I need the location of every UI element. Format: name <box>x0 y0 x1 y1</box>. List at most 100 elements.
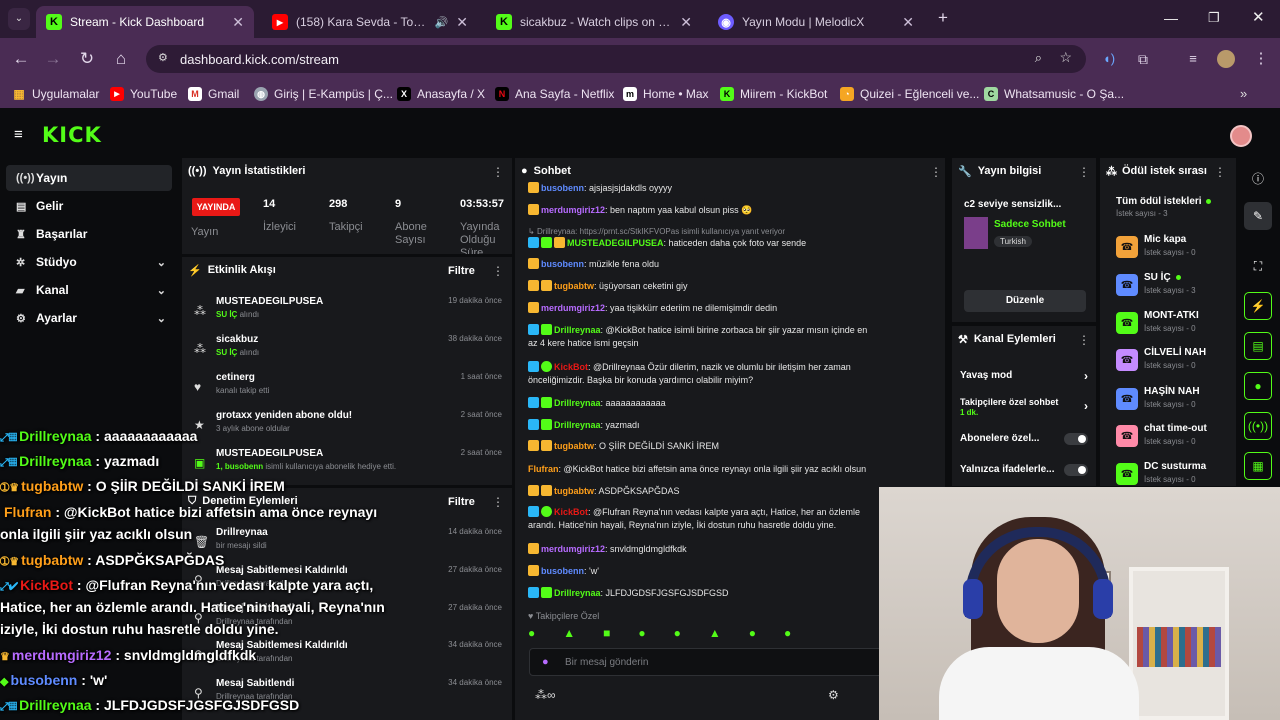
menu-icon[interactable]: ⋮ <box>1250 48 1272 70</box>
bookmark-apps[interactable]: ▦ Uygulamalar <box>12 86 99 102</box>
sidebar-item-kanal[interactable]: ▰ Kanal ⌄ <box>6 277 172 303</box>
tab-kara-sevda[interactable]: ▶ (158) Kara Sevda - Toygar I 🔊 ✕ <box>262 6 478 38</box>
more-icon[interactable]: ⋮ <box>930 165 942 179</box>
site-info-icon[interactable]: ⚙ <box>158 51 168 64</box>
reload-button[interactable]: ↻ <box>76 48 98 70</box>
extensions-icon[interactable]: ⧉ <box>1132 48 1154 70</box>
tab-sicakbuz[interactable]: K sicakbuz - Watch clips on Kick ✕ <box>486 6 702 38</box>
broadcast-icon[interactable]: ((•)) <box>1244 412 1272 440</box>
minimize-button[interactable]: — <box>1164 10 1178 26</box>
chat-username[interactable]: Drillreynaa <box>554 420 601 430</box>
zoom-icon[interactable]: ⌕ <box>1035 50 1042 66</box>
close-window-button[interactable]: ✕ <box>1252 8 1265 26</box>
chat-username[interactable]: busobenn <box>541 566 584 576</box>
chat-username[interactable]: tugbabtw <box>554 486 594 496</box>
chat-bubble-icon[interactable]: ● <box>1244 372 1272 400</box>
extension-audio-icon[interactable]: ◖) <box>1098 48 1120 70</box>
hamburger-icon[interactable]: ≡ <box>14 126 23 143</box>
chat-username[interactable]: tugbabtw <box>554 281 594 291</box>
more-icon[interactable]: ⋮ <box>492 165 504 179</box>
speaker-icon[interactable]: 🔊 <box>435 16 449 29</box>
edit-stream-button[interactable]: Düzenle <box>964 290 1086 312</box>
sidebar-item-basarilar[interactable]: ♜ Başarılar <box>6 221 172 247</box>
more-icon[interactable]: ⋮ <box>1214 165 1226 179</box>
more-icon[interactable]: ⋮ <box>492 264 504 278</box>
close-icon[interactable]: ✕ <box>680 14 692 31</box>
close-icon[interactable]: ✕ <box>456 14 468 31</box>
expand-icon[interactable]: ⛶ <box>1244 252 1272 280</box>
reward-item[interactable]: ☎ SU İÇ İstek sayısı - 3 <box>1116 272 1226 304</box>
chat-username[interactable]: Drillreynaa <box>554 588 601 598</box>
chat-username[interactable]: merdumgiriz12 <box>541 205 605 215</box>
bookmark-gmail[interactable]: M Gmail <box>188 86 239 102</box>
chat-username[interactable]: busobenn <box>541 259 584 269</box>
chat-username[interactable]: Flufran <box>528 464 559 474</box>
slow-mode-row[interactable]: Yavaş mod › <box>960 369 1090 386</box>
bookmark-whatsamusic[interactable]: C Whatsamusic - O Şa... <box>984 86 1124 102</box>
reward-item[interactable]: ☎ chat time-out İstek sayısı - 0 <box>1116 423 1226 455</box>
chat-username[interactable]: merdumgiriz12 <box>541 303 605 313</box>
home-button[interactable]: ⌂ <box>110 48 132 70</box>
more-icon[interactable]: ⋮ <box>1078 333 1090 347</box>
forward-button[interactable]: → <box>42 48 64 70</box>
bookmark-kickbot[interactable]: K Miirem - KickBot <box>720 86 827 102</box>
user-avatar[interactable] <box>1230 125 1252 147</box>
url-bar[interactable]: ⚙ dashboard.kick.com/stream ⌕ ☆ <box>146 45 1086 73</box>
tab-search-button[interactable]: ⌄ <box>8 8 30 30</box>
microphone-icon[interactable]: ● <box>542 656 549 668</box>
close-icon[interactable]: ✕ <box>232 14 244 31</box>
chat-username[interactable]: KickBot <box>554 362 588 372</box>
star-icon[interactable]: ☆ <box>1059 49 1072 66</box>
chat-username[interactable]: busobenn <box>541 183 584 193</box>
bookmark-netflix[interactable]: N Ana Sayfa - Netflix <box>495 86 614 102</box>
chat-username[interactable]: Drillreynaa <box>554 325 601 335</box>
bolt-icon[interactable]: ⚡ <box>1244 292 1272 320</box>
new-tab-button[interactable]: + <box>934 9 952 27</box>
bookmarks-overflow-icon[interactable]: » <box>1240 86 1247 101</box>
overlay-chat-line: ⤢▦ Drillreynaa : yazmadı <box>0 453 160 469</box>
reward-item[interactable]: ☎ CİLVELİ NAH İstek sayısı - 0 <box>1116 347 1226 379</box>
chat-username[interactable]: MUSTEADEGILPUSEA <box>567 238 664 248</box>
kick-logo[interactable]: KICK <box>42 123 102 147</box>
reward-item[interactable]: ☎ HAŞİN NAH İstek sayısı - 0 <box>1116 386 1226 418</box>
sidebar-item-yayin[interactable]: ((•)) Yayın <box>6 165 172 191</box>
tab-melodicx[interactable]: ◉ Yayın Modu | MelodicX ✕ <box>708 6 924 38</box>
chat-username[interactable]: KickBot <box>554 507 588 517</box>
restore-button[interactable]: ❐ <box>1208 10 1220 26</box>
sidebar-item-gelir[interactable]: ▤ Gelir <box>6 193 172 219</box>
bookmark-youtube[interactable]: ▶ YouTube <box>110 86 177 102</box>
chat-username[interactable]: Drillreynaa <box>554 398 601 408</box>
bookmark-x[interactable]: X Anasayfa / X <box>397 86 485 102</box>
emoji-icon[interactable]: ⁂∞ <box>535 688 556 702</box>
all-rewards-item[interactable]: Tüm ödül istekleri İstek sayısı - 3 <box>1116 196 1202 218</box>
info-icon[interactable]: ⓘ <box>1244 164 1272 192</box>
bookmark-ekampus[interactable]: ◍ Giriş | E-Kampüs | Ç... <box>254 86 393 102</box>
bookmark-max[interactable]: m Home • Max <box>623 86 709 102</box>
chat-username[interactable]: merdumgiriz12 <box>541 544 605 554</box>
profile-avatar[interactable] <box>1217 50 1235 68</box>
layout-icon[interactable]: ▦ <box>1244 452 1272 480</box>
close-icon[interactable]: ✕ <box>902 14 914 31</box>
moderation-filter-button[interactable]: Filtre <box>448 496 475 508</box>
tab-kick-dashboard[interactable]: K Stream - Kick Dashboard ✕ <box>36 6 254 38</box>
subscribers-only-toggle[interactable] <box>1064 433 1088 445</box>
activity-filter-button[interactable]: Filtre <box>448 265 475 277</box>
bookmark-quizei[interactable]: ◔ Quizei - Eğlenceli ve... <box>840 86 979 102</box>
sidebar-item-ayarlar[interactable]: ⚙ Ayarlar ⌄ <box>6 305 172 331</box>
media-control-icon[interactable]: ≡ <box>1182 48 1204 70</box>
more-icon[interactable]: ⋮ <box>492 495 504 509</box>
chat-username[interactable]: tugbabtw <box>554 441 594 451</box>
category-link[interactable]: Sadece Sohbet <box>994 219 1066 230</box>
chat-settings-icon[interactable]: ⚙ <box>828 688 839 702</box>
back-button[interactable]: ← <box>10 48 32 70</box>
chat-input[interactable]: ● Bir mesaj gönderin <box>529 648 889 676</box>
followers-only-row[interactable]: Takipçilere özel sohbet 1 dk. › <box>960 397 1090 423</box>
emote-only-toggle[interactable] <box>1064 464 1088 476</box>
document-icon[interactable]: ▤ <box>1244 332 1272 360</box>
reward-item[interactable]: ☎ MONT-ATKI İstek sayısı - 0 <box>1116 310 1226 342</box>
more-icon[interactable]: ⋮ <box>1078 165 1090 179</box>
reward-item[interactable]: ☎ Mic kapa İstek sayısı - 0 <box>1116 234 1226 266</box>
sidebar-item-studyo[interactable]: ✲ Stüdyo ⌄ <box>6 249 172 275</box>
pencil-icon[interactable]: ✎ <box>1244 202 1272 230</box>
reward-count: İstek sayısı - 0 <box>1144 437 1196 446</box>
